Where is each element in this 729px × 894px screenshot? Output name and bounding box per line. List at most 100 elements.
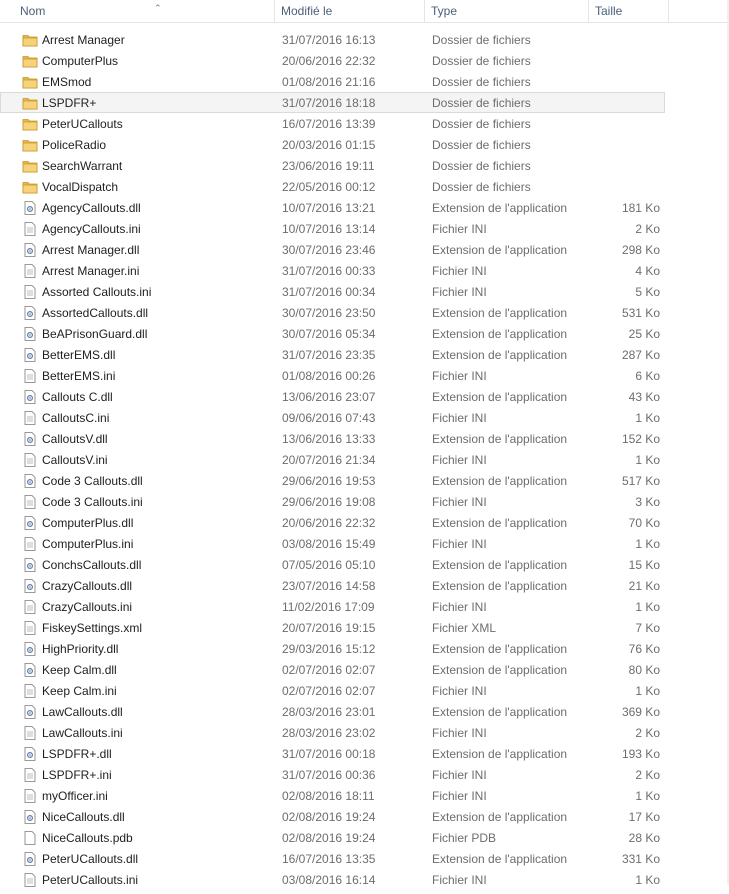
file-row[interactable]: Keep Calm.ini 02/07/2016 02:07 Fichier INI… [0, 680, 665, 701]
file-row[interactable]: AssortedCallouts.dll 30/07/2016 23:50 Exte… [0, 302, 665, 323]
column-header-size[interactable]: Taille [589, 0, 669, 22]
dll-file-icon [22, 579, 38, 593]
file-row[interactable]: ConchsCallouts.dll 07/05/2016 05:10 Extens… [0, 554, 665, 575]
file-row[interactable]: AgencyCallouts.ini 10/07/2016 13:14 Fichie… [0, 218, 665, 239]
file-name: LSPDFR+.ini [42, 768, 112, 782]
dll-file-icon [22, 705, 38, 719]
file-row[interactable]: Arrest Manager.ini 31/07/2016 00:33 Fichie… [0, 260, 665, 281]
file-size: 4 Ko [635, 264, 660, 278]
file-size: 287 Ko [621, 348, 660, 362]
file-row[interactable]: BetterEMS.dll 31/07/2016 23:35 Extension d… [0, 344, 665, 365]
file-name: HighPriority.dll [42, 642, 119, 656]
file-row[interactable]: Code 3 Callouts.ini 29/06/2016 19:08 Fichi… [0, 491, 665, 512]
file-name: NiceCallouts.dll [42, 810, 125, 824]
file-modified-date: 31/07/2016 00:33 [282, 264, 376, 278]
file-row[interactable]: SearchWarrant 23/06/2016 19:11 Dossier de … [0, 155, 665, 176]
file-name: CalloutsV.dll [42, 432, 108, 446]
text-file-icon [22, 495, 38, 509]
file-modified-date: 30/07/2016 23:50 [282, 306, 376, 320]
file-type: Extension de l'application [432, 705, 568, 719]
file-row[interactable]: LawCallouts.ini 28/03/2016 23:02 Fichier I… [0, 722, 665, 743]
folder-icon [22, 117, 38, 131]
file-row[interactable]: NiceCallouts.pdb 02/08/2016 19:24 Fichier … [0, 827, 665, 848]
file-row[interactable]: myOfficer.ini 02/08/2016 18:11 Fichier INI… [0, 785, 665, 806]
file-size: 331 Ko [621, 852, 660, 866]
file-row[interactable]: CrazyCallouts.ini 11/02/2016 17:09 Fichier… [0, 596, 665, 617]
file-row[interactable]: Arrest Manager.dll 30/07/2016 23:46 Extens… [0, 239, 665, 260]
file-type: Fichier XML [432, 621, 497, 635]
column-header-type[interactable]: Type [425, 0, 589, 22]
file-size: 193 Ko [621, 747, 660, 761]
file-size: 517 Ko [621, 474, 660, 488]
file-modified-date: 23/06/2016 19:11 [282, 159, 375, 173]
file-row[interactable]: BetterEMS.ini 01/08/2016 00:26 Fichier INI… [0, 365, 665, 386]
file-type: Extension de l'application [432, 810, 568, 824]
file-size: 80 Ko [628, 663, 660, 677]
file-row[interactable]: PeterUCallouts 16/07/2016 13:39 Dossier de… [0, 113, 665, 134]
file-row[interactable]: EMSmod 01/08/2016 21:16 Dossier de fichier… [0, 71, 665, 92]
file-modified-date: 09/06/2016 07:43 [282, 411, 376, 425]
file-modified-date: 20/03/2016 01:15 [282, 138, 376, 152]
file-row[interactable]: HighPriority.dll 29/03/2016 15:12 Extensio… [0, 638, 665, 659]
file-modified-date: 30/07/2016 05:34 [282, 327, 376, 341]
file-row[interactable]: ComputerPlus.ini 03/08/2016 15:49 Fichier … [0, 533, 665, 554]
file-row[interactable]: AgencyCallouts.dll 10/07/2016 13:21 Extens… [0, 197, 665, 218]
file-size: 7 Ko [635, 621, 660, 635]
file-row[interactable]: PoliceRadio 20/03/2016 01:15 Dossier de fi… [0, 134, 665, 155]
file-row[interactable]: Keep Calm.dll 02/07/2016 02:07 Extension d… [0, 659, 665, 680]
file-size: 76 Ko [628, 642, 660, 656]
file-size: 1 Ko [635, 684, 660, 698]
file-modified-date: 10/07/2016 13:21 [282, 201, 376, 215]
file-row[interactable]: NiceCallouts.dll 02/08/2016 19:24 Extensio… [0, 806, 665, 827]
text-file-icon [22, 453, 38, 467]
file-size: 17 Ko [628, 810, 660, 824]
file-name: Keep Calm.ini [42, 684, 117, 698]
file-row[interactable]: LSPDFR+.dll 31/07/2016 00:18 Extension de … [0, 743, 665, 764]
file-row[interactable]: PeterUCallouts.dll 16/07/2016 13:35 Extens… [0, 848, 665, 869]
file-modified-date: 31/07/2016 18:18 [282, 96, 376, 110]
file-type: Dossier de fichiers [432, 75, 531, 89]
file-type: Extension de l'application [432, 663, 568, 677]
file-size: 181 Ko [621, 201, 660, 215]
file-type: Extension de l'application [432, 474, 568, 488]
file-modified-date: 29/03/2016 15:12 [282, 642, 376, 656]
text-file-icon [22, 726, 38, 740]
file-row[interactable]: Callouts C.dll 13/06/2016 23:07 Extension … [0, 386, 665, 407]
file-modified-date: 01/08/2016 21:16 [282, 75, 376, 89]
file-row[interactable]: PeterUCallouts.ini 03/08/2016 16:14 Fichie… [0, 869, 665, 890]
file-modified-date: 10/07/2016 13:14 [282, 222, 376, 236]
file-row[interactable]: LSPDFR+ 31/07/2016 18:18 Dossier de fichie… [0, 92, 665, 113]
file-row[interactable]: LawCallouts.dll 28/03/2016 23:01 Extension… [0, 701, 665, 722]
file-type: Dossier de fichiers [432, 54, 531, 68]
file-name: ComputerPlus.ini [42, 537, 134, 551]
file-type: Extension de l'application [432, 201, 568, 215]
file-row[interactable]: VocalDispatch 22/05/2016 00:12 Dossier de … [0, 176, 665, 197]
file-row[interactable]: Code 3 Callouts.dll 29/06/2016 19:53 Exten… [0, 470, 665, 491]
file-name: AssortedCallouts.dll [42, 306, 149, 320]
file-row[interactable]: FiskeySettings.xml 20/07/2016 19:15 Fichie… [0, 617, 665, 638]
file-row[interactable]: CalloutsV.dll 13/06/2016 13:33 Extension d… [0, 428, 665, 449]
file-row[interactable]: CalloutsV.ini 20/07/2016 21:34 Fichier INI… [0, 449, 665, 470]
file-modified-date: 20/06/2016 22:32 [282, 54, 376, 68]
file-name: Assorted Callouts.ini [42, 285, 152, 299]
file-row[interactable]: LSPDFR+.ini 31/07/2016 00:36 Fichier INI 2 … [0, 764, 665, 785]
file-row[interactable]: CrazyCallouts.dll 23/07/2016 14:58 Extensi… [0, 575, 665, 596]
file-row[interactable]: ComputerPlus 20/06/2016 22:32 Dossier de f… [0, 50, 665, 71]
file-row[interactable]: ComputerPlus.dll 20/06/2016 22:32 Extensio… [0, 512, 665, 533]
file-row[interactable]: BeAPrisonGuard.dll 30/07/2016 05:34 Extens… [0, 323, 665, 344]
file-row[interactable]: Assorted Callouts.ini 31/07/2016 00:34 Fic… [0, 281, 665, 302]
column-header-date[interactable]: Modifié le [275, 0, 425, 22]
file-name: AgencyCallouts.dll [42, 201, 141, 215]
file-name: myOfficer.ini [42, 789, 108, 803]
file-row[interactable]: CalloutsC.ini 09/06/2016 07:43 Fichier INI… [0, 407, 665, 428]
file-list: Arrest Manager 31/07/2016 16:13 Dossier de… [0, 29, 729, 890]
file-size: 1 Ko [635, 873, 660, 887]
file-type: Fichier INI [432, 495, 487, 509]
file-name: PeterUCallouts.dll [42, 852, 139, 866]
file-name: NiceCallouts.pdb [42, 831, 133, 845]
file-name: AgencyCallouts.ini [42, 222, 141, 236]
column-header-name[interactable]: Nom ⌃ [14, 0, 275, 22]
file-type: Fichier INI [432, 285, 487, 299]
file-name: LawCallouts.ini [42, 726, 123, 740]
file-row[interactable]: Arrest Manager 31/07/2016 16:13 Dossier de… [0, 29, 665, 50]
